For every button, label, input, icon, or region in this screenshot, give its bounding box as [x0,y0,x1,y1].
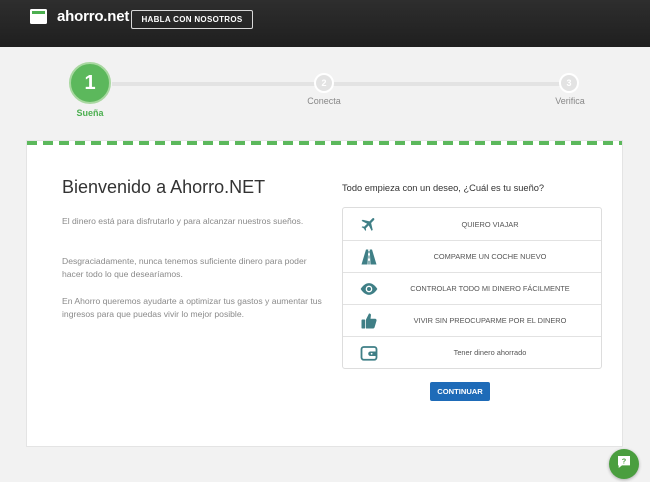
step-1-circle: 1 [69,62,111,104]
logo-text: ahorro.net [57,8,130,25]
continue-button[interactable]: CONTINUAR [430,382,490,401]
dream-question: Todo empieza con un deseo, ¿Cuál es tu s… [342,183,545,193]
dream-option-label: VIVIR SIN PREOCUPARME POR EL DINERO [413,316,567,325]
road-icon [359,247,379,267]
help-chat-button[interactable]: ? [609,449,639,479]
talk-to-us-button[interactable]: HABLA CON NOSOTROS [131,10,253,29]
dream-option-worry-free[interactable]: VIVIR SIN PREOCUPARME POR EL DINERO [343,304,601,336]
step-3-circle: 3 [559,73,579,93]
dream-options-list: QUIERO VIAJAR COMPARME UN COCHE NUEVO CO… [342,207,602,369]
svg-text:?: ? [622,456,627,465]
dream-option-travel[interactable]: QUIERO VIAJAR [343,208,601,240]
help-chat-icon: ? [616,454,632,475]
intro-paragraph-2: Desgraciadamente, nunca tenemos suficien… [62,256,307,279]
page-title: Bienvenido a Ahorro.NET [62,177,266,197]
progress-track [112,82,572,86]
dream-option-control-money[interactable]: CONTROLAR TODO MI DINERO FÁCILMENTE [343,272,601,304]
top-navbar: ahorro.net HABLA CON NOSOTROS [0,0,650,47]
dream-option-label: Tener dinero ahorrado [453,348,527,357]
dream-option-label: CONTROLAR TODO MI DINERO FÁCILMENTE [410,284,570,293]
card-dashed-stripe [27,141,622,145]
eye-icon [359,279,379,299]
intro-paragraph-3: En Ahorro queremos ayudarte a optimizar … [62,296,322,319]
step-1-label: Sueña [76,108,104,118]
thumbs-up-icon [359,311,379,331]
wallet-icon [359,343,379,363]
airplane-icon [359,214,379,234]
wallet-logo-icon [29,7,49,26]
step-2-label: Conecta [307,96,341,106]
dream-option-car[interactable]: COMPARME UN COCHE NUEVO [343,240,601,272]
step-3-label: Verifica [555,96,585,106]
step-2-circle: 2 [314,73,334,93]
welcome-card: Bienvenido a Ahorro.NET El dinero está p… [26,140,623,447]
intro-paragraph-1: El dinero está para disfrutarlo y para a… [62,216,304,226]
progress-steps: 1 Sueña 2 Conecta 3 Verifica [0,60,650,125]
dream-option-label: QUIERO VIAJAR [461,219,519,229]
dream-option-label: COMPARME UN COCHE NUEVO [433,252,547,261]
logo[interactable]: ahorro.net [29,7,129,26]
dream-option-savings[interactable]: Tener dinero ahorrado [343,336,601,368]
